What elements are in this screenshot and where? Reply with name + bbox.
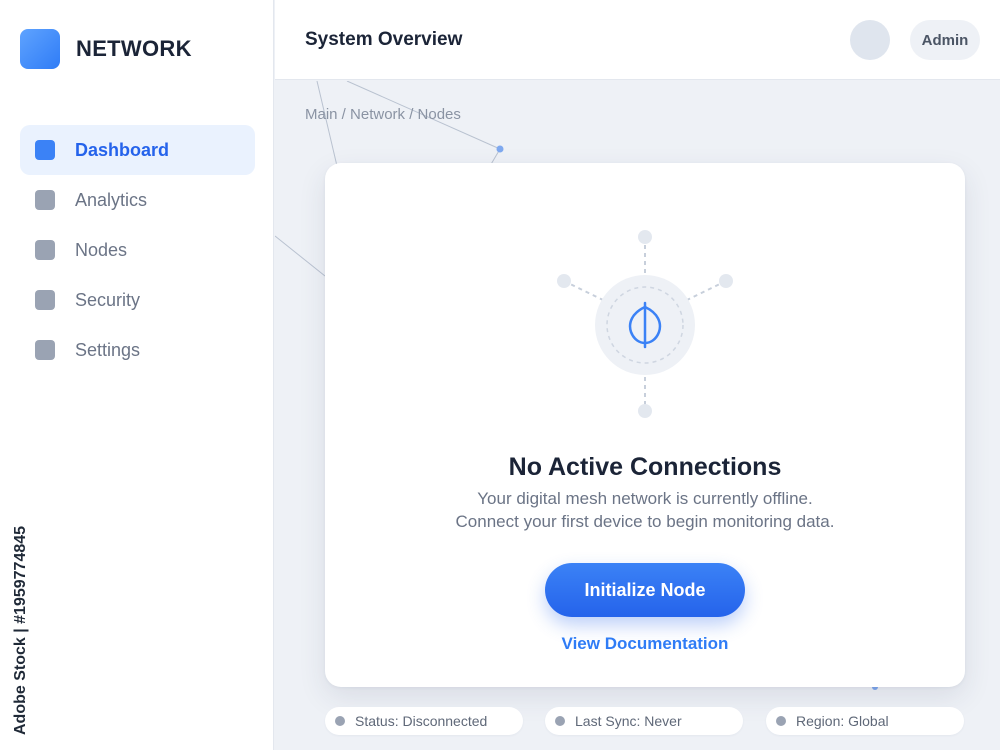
top-header: System Overview Admin <box>275 0 1000 80</box>
sidebar-item-analytics[interactable]: Analytics <box>20 175 255 225</box>
sidebar-item-label: Nodes <box>75 239 128 260</box>
empty-state-card: No Active Connections Your digital mesh … <box>325 163 965 687</box>
brand-name: NETWORK <box>76 36 192 61</box>
sidebar-nav: Dashboard Analytics Nodes Security Setti… <box>20 125 255 375</box>
brand-logo-icon <box>20 29 60 69</box>
breadcrumb: Main / Network / Nodes <box>305 106 461 123</box>
sidebar-item-dashboard[interactable]: Dashboard <box>20 125 255 175</box>
status-pill-connection: Status: Disconnected <box>325 707 523 735</box>
status-dot-icon <box>335 716 345 726</box>
sidebar-item-security[interactable]: Security <box>20 275 255 325</box>
network-hub-icon <box>557 230 733 418</box>
sidebar-item-settings[interactable]: Settings <box>20 325 255 375</box>
user-menu-button[interactable]: Admin <box>910 20 980 60</box>
stock-watermark: Adobe Stock | #1959774845 <box>12 525 29 735</box>
empty-state-description-line-1: Your digital mesh network is currently o… <box>477 489 813 508</box>
sidebar-item-nodes[interactable]: Nodes <box>20 225 255 275</box>
security-icon <box>35 290 55 310</box>
page-title: System Overview <box>305 29 463 50</box>
analytics-icon <box>35 190 55 210</box>
status-text: Status: Disconnected <box>355 713 488 729</box>
sidebar: NETWORK Dashboard Analytics Nodes Securi… <box>0 0 274 750</box>
last-sync-text: Last Sync: Never <box>575 713 682 729</box>
status-dot-icon <box>776 716 786 726</box>
brand[interactable]: NETWORK <box>20 29 192 69</box>
status-dot-icon <box>555 716 565 726</box>
settings-icon <box>35 340 55 360</box>
dashboard-icon <box>35 140 55 160</box>
initialize-node-button[interactable]: Initialize Node <box>545 563 745 617</box>
sidebar-item-label: Settings <box>75 339 141 360</box>
status-pill-sync: Last Sync: Never <box>545 707 743 735</box>
sidebar-item-label: Security <box>75 289 141 310</box>
view-documentation-link[interactable]: View Documentation <box>325 634 965 654</box>
sidebar-item-label: Analytics <box>75 189 148 210</box>
sidebar-item-label: Dashboard <box>75 139 170 160</box>
avatar[interactable] <box>850 20 890 60</box>
region-text: Region: Global <box>796 713 889 729</box>
empty-state-description-line-2: Connect your first device to begin monit… <box>455 512 835 531</box>
nodes-icon <box>35 240 55 260</box>
status-pill-region: Region: Global <box>766 707 964 735</box>
empty-state-title: No Active Connections <box>508 453 782 481</box>
